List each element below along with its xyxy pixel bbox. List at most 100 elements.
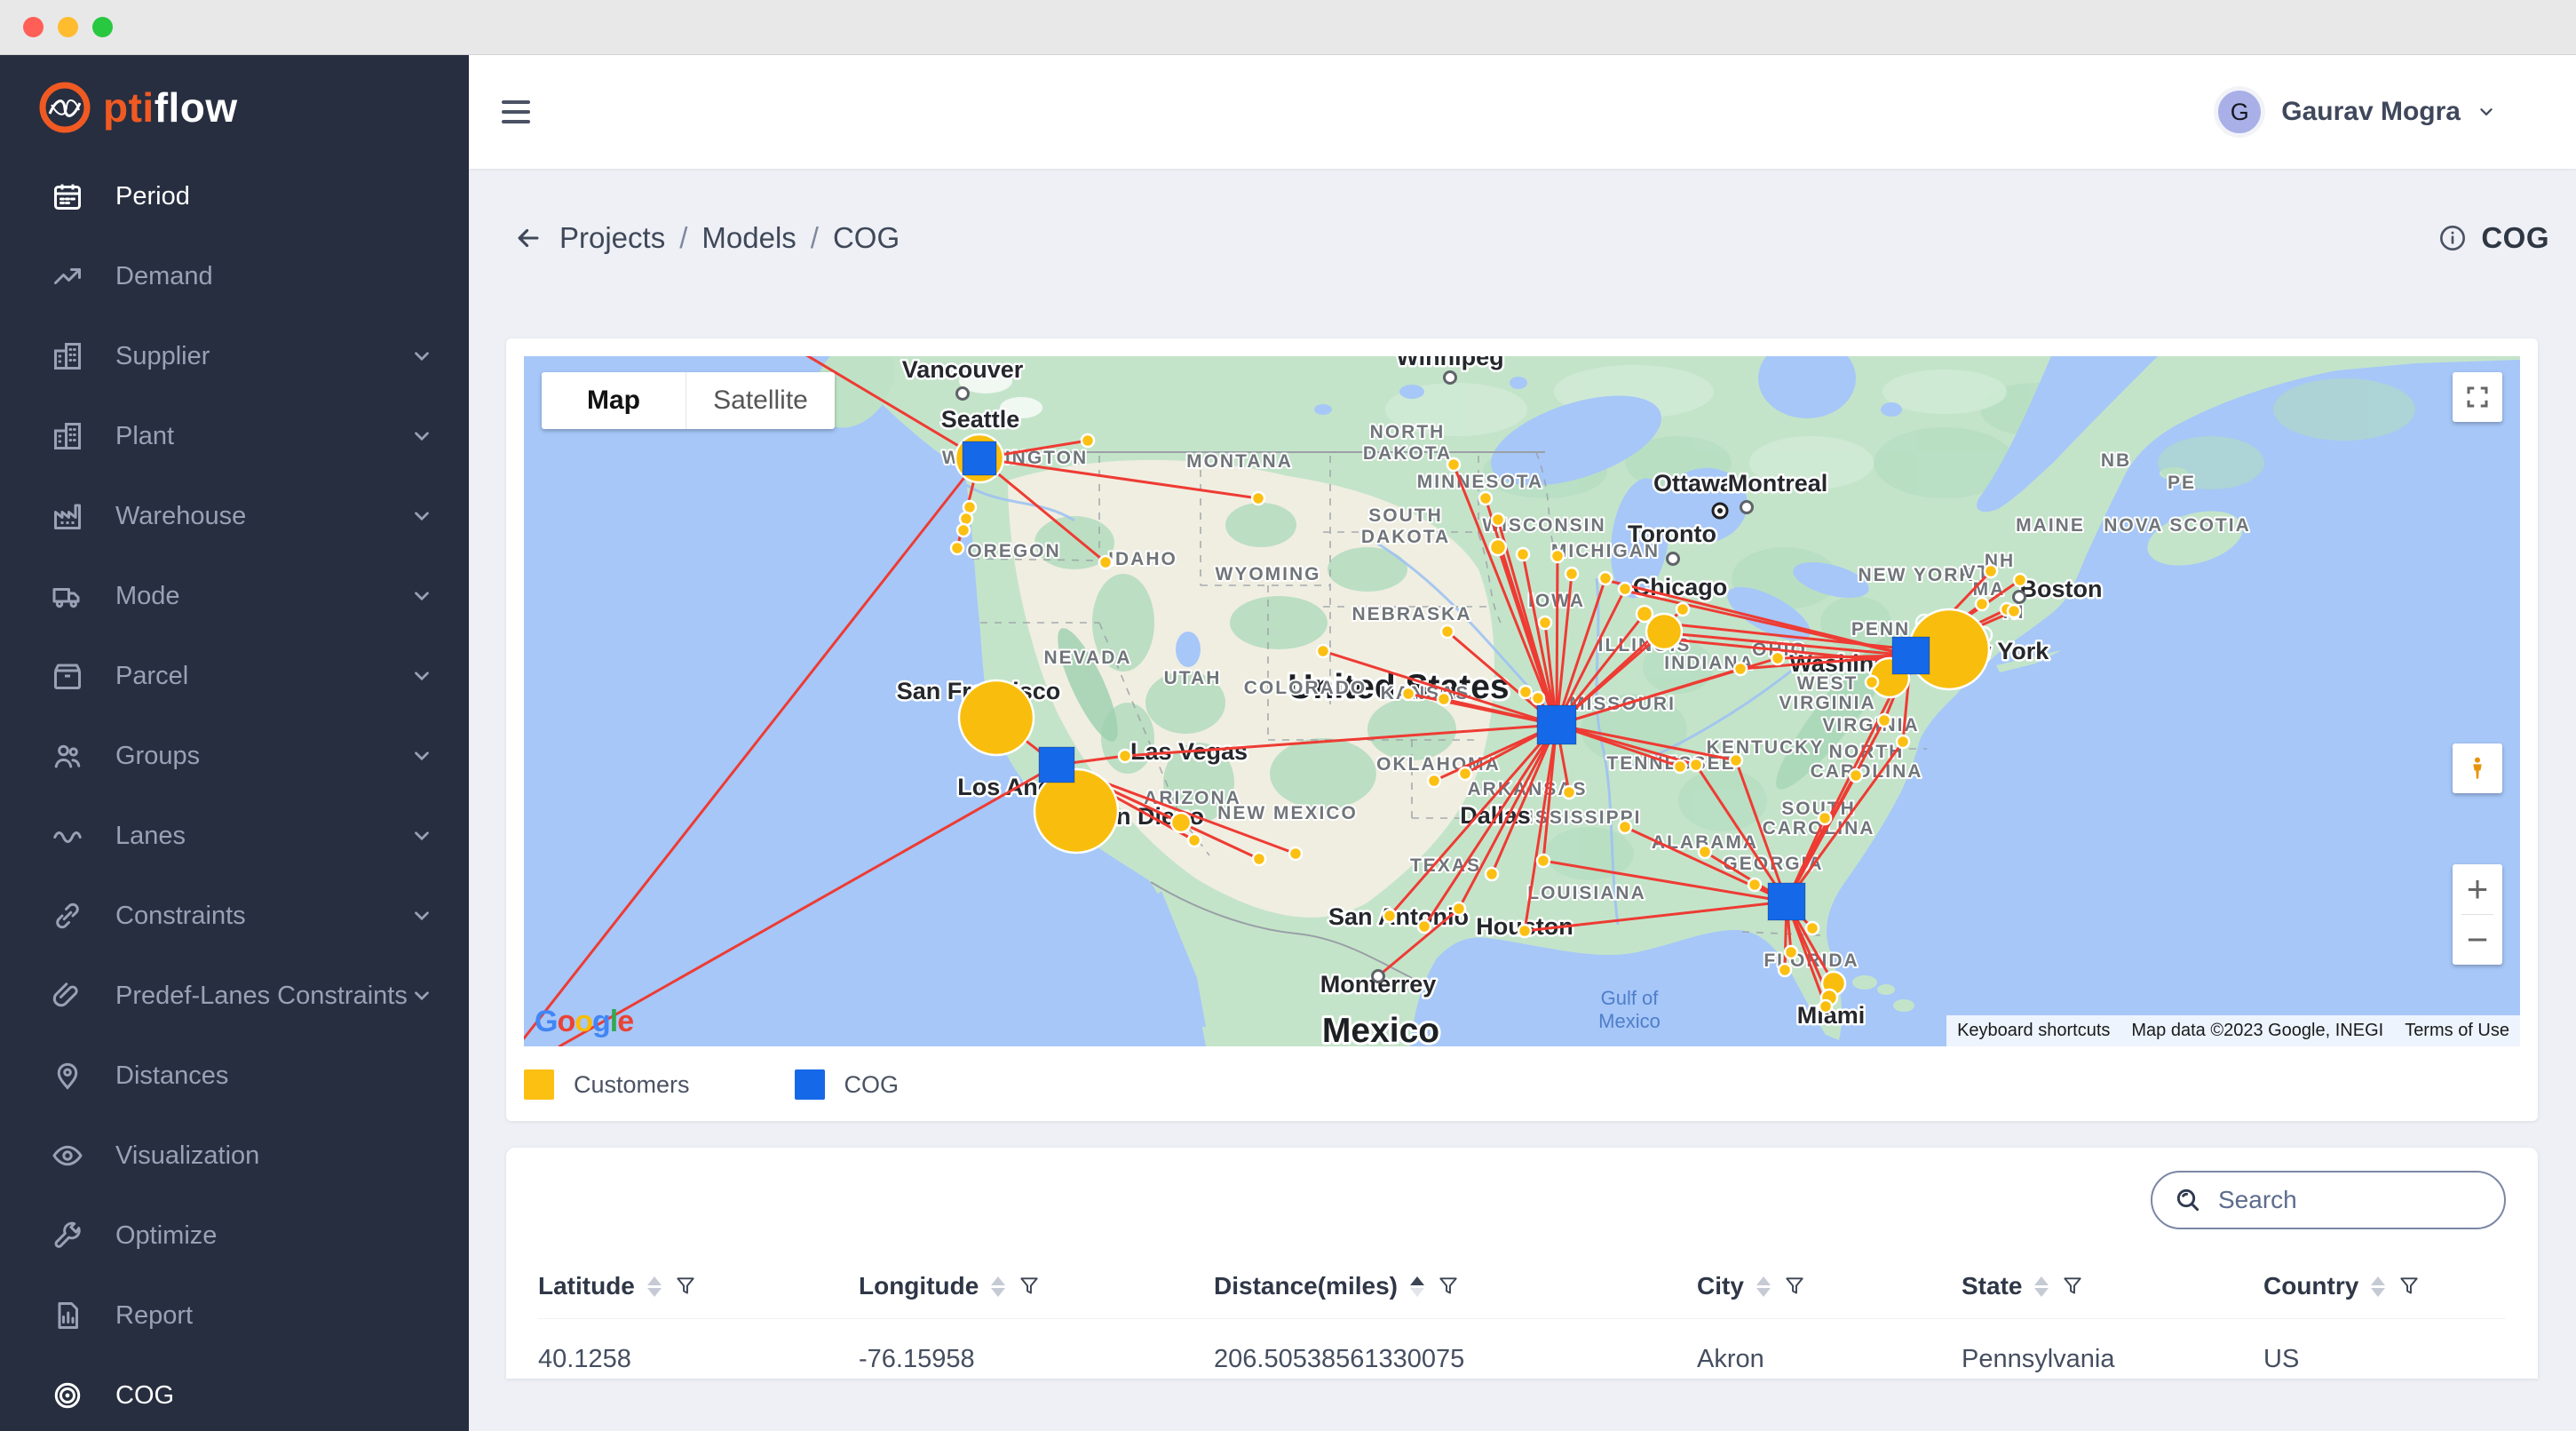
customer-dot[interactable] — [1539, 616, 1551, 629]
cog-marker[interactable] — [1039, 747, 1074, 783]
info-icon[interactable] — [2438, 224, 2467, 252]
attribution-terms-of-use[interactable]: Terms of Use — [2394, 1015, 2520, 1046]
customer-dot[interactable] — [951, 542, 963, 554]
sidebar-item-constraints[interactable]: Constraints — [0, 876, 469, 956]
customer-dot[interactable] — [1082, 434, 1094, 447]
customer-dot[interactable] — [1490, 539, 1506, 555]
customer-dot[interactable] — [1418, 920, 1431, 933]
customer-dot[interactable] — [1866, 676, 1878, 688]
customer-cluster[interactable] — [1819, 1000, 1832, 1013]
sort-icon[interactable] — [647, 1276, 662, 1297]
customer-dot[interactable] — [1289, 847, 1302, 860]
customer-dot[interactable] — [1779, 964, 1791, 976]
customer-dot[interactable] — [1486, 868, 1498, 880]
customer-dot[interactable] — [1785, 946, 1797, 958]
customer-dot[interactable] — [1563, 786, 1575, 799]
customer-dot[interactable] — [1438, 693, 1450, 705]
hamburger-menu-icon[interactable] — [502, 94, 530, 130]
breadcrumb-item-models[interactable]: Models — [701, 221, 796, 255]
customer-dot[interactable] — [1976, 598, 1988, 610]
attribution-map-data-2023-google-inegi[interactable]: Map data ©2023 Google, INEGI — [2120, 1015, 2394, 1046]
pegman-button[interactable] — [2453, 743, 2502, 793]
sidebar-item-period[interactable]: Period — [0, 156, 469, 236]
customer-dot[interactable] — [1674, 760, 1686, 773]
sort-icon[interactable] — [991, 1276, 1005, 1297]
customer-dot[interactable] — [1171, 813, 1191, 832]
minimize-window-button[interactable] — [58, 17, 78, 37]
customer-dot[interactable] — [1850, 769, 1862, 782]
sidebar-item-cog[interactable]: COG — [0, 1355, 469, 1431]
customer-dot[interactable] — [1565, 568, 1578, 580]
close-window-button[interactable] — [23, 17, 44, 37]
sidebar-item-visualization[interactable]: Visualization — [0, 1116, 469, 1196]
customer-dot[interactable] — [2008, 605, 2020, 617]
customer-dot[interactable] — [1985, 565, 1997, 577]
customer-dot[interactable] — [1537, 855, 1550, 867]
cog-marker[interactable] — [1537, 705, 1576, 744]
sidebar-item-demand[interactable]: Demand — [0, 236, 469, 316]
customer-dot[interactable] — [1479, 492, 1492, 505]
sidebar-item-groups[interactable]: Groups — [0, 716, 469, 796]
sidebar-item-predef-lanes-constraints[interactable]: Predef-Lanes Constraints — [0, 956, 469, 1036]
sort-icon[interactable] — [2371, 1276, 2385, 1297]
customer-cluster[interactable] — [959, 680, 1034, 755]
google-map[interactable]: United StatesMexicoGulf ofMexicoWASHINGT… — [524, 356, 2520, 1046]
sidebar-item-distances[interactable]: Distances — [0, 1036, 469, 1116]
customer-dot[interactable] — [1676, 603, 1689, 616]
customer-dot[interactable] — [1518, 925, 1531, 937]
zoom-window-button[interactable] — [92, 17, 113, 37]
customer-dot[interactable] — [1897, 735, 1909, 748]
satellite-type-button[interactable]: Satellite — [686, 372, 835, 429]
back-arrow-icon[interactable] — [513, 223, 543, 253]
cog-marker[interactable] — [963, 441, 996, 475]
zoom-in-button[interactable]: + — [2453, 864, 2502, 914]
breadcrumb-item-projects[interactable]: Projects — [559, 221, 665, 255]
sort-icon[interactable] — [1756, 1276, 1771, 1297]
customer-dot[interactable] — [1532, 692, 1544, 704]
zoom-out-button[interactable]: − — [2453, 915, 2502, 965]
cog-marker[interactable] — [1768, 883, 1805, 920]
customer-dot[interactable] — [960, 513, 972, 525]
sidebar-item-optimize[interactable]: Optimize — [0, 1196, 469, 1276]
customer-dot[interactable] — [1402, 688, 1415, 700]
customer-dot[interactable] — [957, 524, 970, 537]
filter-icon[interactable] — [2398, 1275, 2421, 1298]
sidebar-item-report[interactable]: Report — [0, 1276, 469, 1355]
attribution-keyboard-shortcuts[interactable]: Keyboard shortcuts — [1946, 1015, 2120, 1046]
customer-dot[interactable] — [1619, 583, 1631, 595]
filter-icon[interactable] — [2061, 1275, 2084, 1298]
map-type-button[interactable]: Map — [542, 372, 686, 429]
sidebar-item-mode[interactable]: Mode — [0, 556, 469, 636]
customer-dot[interactable] — [1428, 775, 1440, 787]
customer-dot[interactable] — [1819, 812, 1831, 824]
customer-dot[interactable] — [1748, 878, 1761, 891]
sidebar-item-warehouse[interactable]: Warehouse — [0, 476, 469, 556]
customer-dot[interactable] — [1806, 922, 1819, 934]
sidebar-item-parcel[interactable]: Parcel — [0, 636, 469, 716]
customer-dot[interactable] — [1599, 572, 1612, 584]
filter-icon[interactable] — [1437, 1275, 1460, 1298]
customer-dot[interactable] — [1551, 550, 1564, 562]
customer-dot[interactable] — [1453, 902, 1465, 915]
customer-dot[interactable] — [1734, 663, 1747, 675]
filter-icon[interactable] — [674, 1275, 697, 1298]
customer-dot[interactable] — [1699, 846, 1711, 858]
filter-icon[interactable] — [1783, 1275, 1806, 1298]
customer-dot[interactable] — [1119, 750, 1131, 762]
sort-icon[interactable] — [1410, 1276, 1424, 1297]
customer-dot[interactable] — [1447, 458, 1460, 471]
cog-marker[interactable] — [1892, 637, 1930, 674]
customer-dot[interactable] — [1730, 754, 1742, 767]
fullscreen-button[interactable] — [2453, 372, 2502, 422]
customer-dot[interactable] — [1253, 853, 1265, 865]
customer-dot[interactable] — [1492, 513, 1504, 526]
search-input[interactable] — [2218, 1186, 2483, 1214]
customer-dot[interactable] — [1771, 652, 1784, 664]
sidebar-item-plant[interactable]: Plant — [0, 396, 469, 476]
customer-dot[interactable] — [1878, 714, 1890, 727]
customer-dot[interactable] — [1637, 606, 1653, 622]
customer-dot[interactable] — [2014, 574, 2026, 586]
customer-dot[interactable] — [1441, 625, 1454, 638]
search-box[interactable] — [2151, 1171, 2506, 1229]
customer-dot[interactable] — [1188, 834, 1201, 847]
